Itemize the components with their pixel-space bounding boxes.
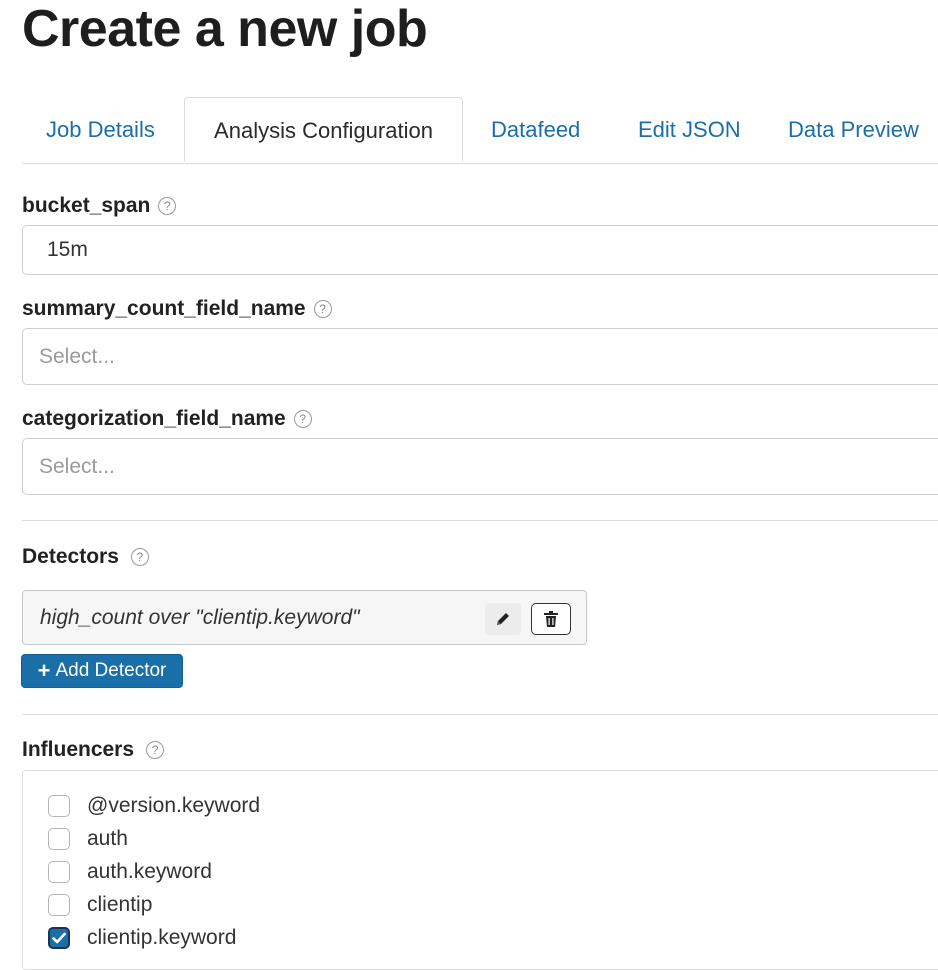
tab-analysis-configuration[interactable]: Analysis Configuration bbox=[184, 97, 463, 162]
categorization-label-row: categorization_field_name ? bbox=[22, 407, 312, 431]
detectors-label-row: Detectors ? bbox=[22, 545, 149, 569]
add-detector-label: Add Detector bbox=[55, 660, 167, 681]
summary-count-field-label: summary_count_field_name bbox=[22, 297, 306, 320]
add-detector-button[interactable]: + Add Detector bbox=[21, 654, 183, 688]
help-icon[interactable]: ? bbox=[130, 548, 149, 566]
tab-job-details[interactable]: Job Details bbox=[46, 97, 155, 162]
checkmark-icon bbox=[52, 932, 66, 944]
bucket-span-label: bucket_span bbox=[22, 194, 151, 217]
detectors-heading: Detectors bbox=[22, 545, 119, 568]
influencer-item[interactable]: clientip.keyword bbox=[48, 924, 236, 952]
edit-detector-button[interactable] bbox=[485, 603, 521, 635]
influencer-label: auth.keyword bbox=[87, 860, 212, 883]
influencers-list: @version.keyword auth auth.keyword clien… bbox=[22, 770, 938, 970]
pencil-icon bbox=[497, 613, 509, 625]
section-divider bbox=[22, 520, 938, 521]
influencer-item[interactable]: auth bbox=[48, 825, 128, 853]
checkbox[interactable] bbox=[48, 828, 70, 850]
trash-icon bbox=[544, 611, 558, 627]
influencers-label-row: Influencers ? bbox=[22, 738, 165, 762]
tab-data-preview[interactable]: Data Preview bbox=[788, 97, 919, 162]
section-divider bbox=[22, 714, 938, 715]
checkbox[interactable] bbox=[48, 795, 70, 817]
page-title: Create a new job bbox=[22, 0, 428, 58]
categorization-field-select[interactable]: Select... bbox=[22, 438, 938, 495]
detector-description: high_count over "clientip.keyword" bbox=[40, 606, 360, 629]
checkbox[interactable] bbox=[48, 861, 70, 883]
influencers-heading: Influencers bbox=[22, 738, 135, 761]
categorization-field-label: categorization_field_name bbox=[22, 407, 286, 430]
influencer-item[interactable]: clientip bbox=[48, 891, 152, 919]
checkbox[interactable] bbox=[48, 894, 70, 916]
delete-detector-button[interactable] bbox=[531, 603, 571, 635]
summary-count-label-row: summary_count_field_name ? bbox=[22, 297, 332, 321]
summary-count-field-select[interactable]: Select... bbox=[22, 328, 938, 385]
help-icon[interactable]: ? bbox=[313, 300, 332, 318]
bucket-span-input[interactable]: 15m bbox=[22, 225, 938, 275]
influencer-item[interactable]: @version.keyword bbox=[48, 792, 260, 820]
tab-bar: Job Details Analysis Configuration Dataf… bbox=[22, 97, 938, 164]
tab-edit-json[interactable]: Edit JSON bbox=[638, 97, 741, 162]
influencer-item[interactable]: auth.keyword bbox=[48, 858, 212, 886]
influencer-label: clientip.keyword bbox=[87, 926, 237, 949]
help-icon[interactable]: ? bbox=[158, 197, 177, 215]
tab-datafeed[interactable]: Datafeed bbox=[491, 97, 580, 162]
checkbox-checked[interactable] bbox=[48, 927, 70, 949]
bucket-span-label-row: bucket_span ? bbox=[22, 194, 177, 218]
influencer-label: @version.keyword bbox=[87, 794, 261, 817]
influencer-label: auth bbox=[87, 827, 128, 850]
influencer-label: clientip bbox=[87, 893, 153, 916]
plus-icon: + bbox=[37, 658, 51, 683]
detector-item: high_count over "clientip.keyword" bbox=[22, 590, 587, 645]
help-icon[interactable]: ? bbox=[293, 410, 312, 428]
help-icon[interactable]: ? bbox=[146, 741, 165, 759]
